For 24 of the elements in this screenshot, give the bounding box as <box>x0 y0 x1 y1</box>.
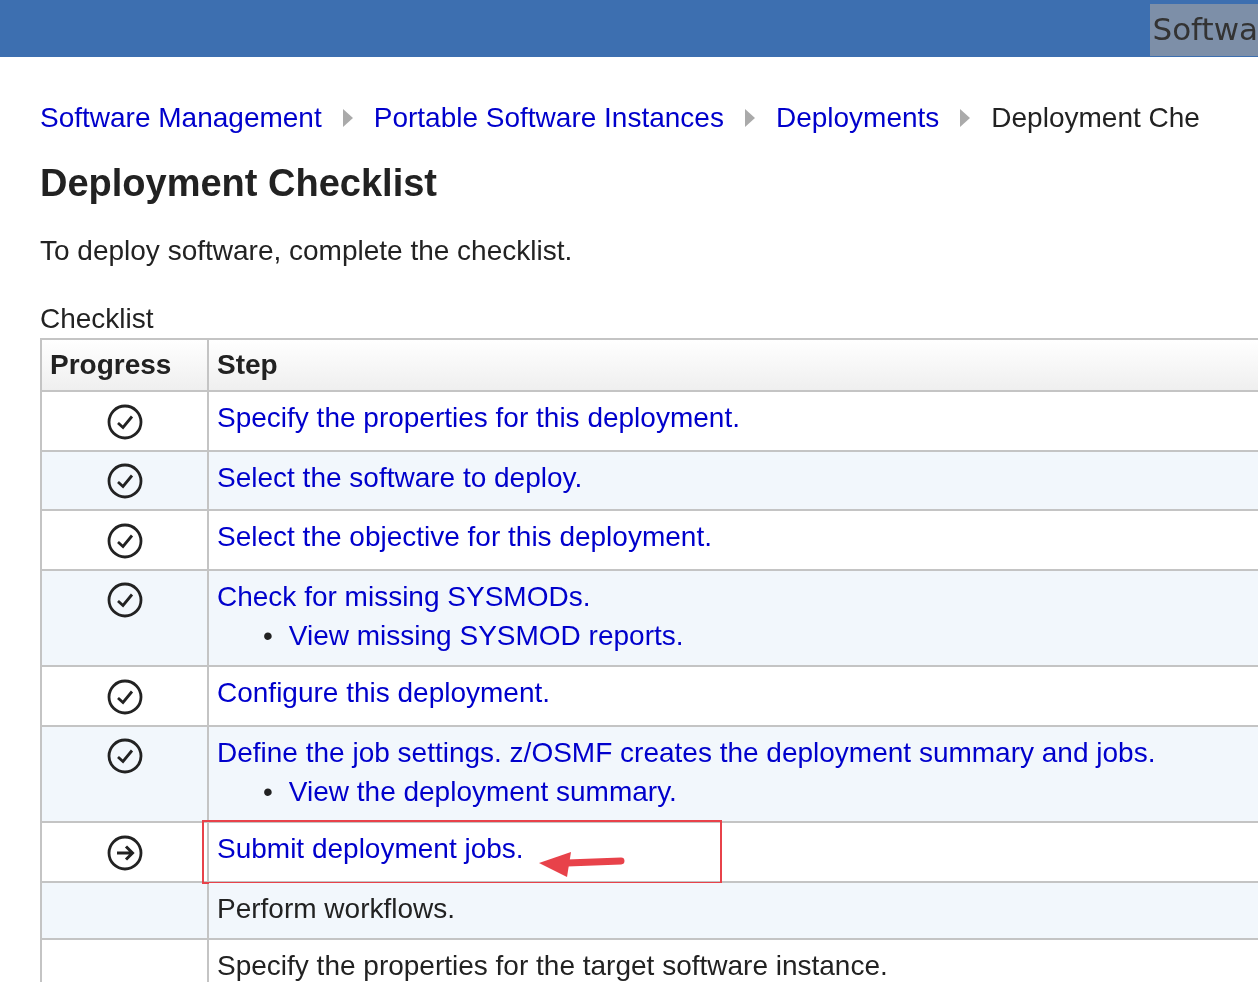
breadcrumb-link[interactable]: Portable Software Instances <box>373 97 724 139</box>
column-header: Progress <box>41 339 208 391</box>
step-link[interactable]: Configure this deployment. <box>217 677 551 709</box>
breadcrumb-current: Deployment Che <box>991 101 1200 135</box>
column-header: Step <box>208 339 1258 391</box>
step-link[interactable]: Define the job settings. z/OSMF creates the deployment summary and jobs. <box>217 736 1156 768</box>
bullet-marker: • <box>263 619 273 653</box>
chevron-icon <box>341 108 354 128</box>
chevron-icon <box>959 108 972 128</box>
table-caption: Checklist <box>40 302 155 336</box>
step-link[interactable]: Check for missing SYSMODs. <box>217 580 591 612</box>
top-bar-title: Softwa <box>1150 4 1258 56</box>
step-link[interactable]: View missing SYSMOD reports. <box>288 616 684 656</box>
step-link[interactable]: Submit deployment jobs. <box>217 833 524 865</box>
step-link[interactable]: Select the software to deploy. <box>217 461 583 493</box>
page-heading: Deployment Checklist <box>40 161 438 206</box>
chevron-icon <box>743 108 756 128</box>
intro-text: To deploy software, complete the checklist. <box>40 234 574 269</box>
breadcrumb-link[interactable]: Deployments <box>775 97 940 139</box>
bullet-marker: • <box>263 775 273 809</box>
breadcrumb-link[interactable]: Software Management <box>40 97 322 139</box>
step-text: Perform workflows. <box>217 892 456 924</box>
step-link[interactable]: View the deployment summary. <box>288 772 677 812</box>
step-text: Specify the properties for the target software instance. <box>217 949 888 981</box>
